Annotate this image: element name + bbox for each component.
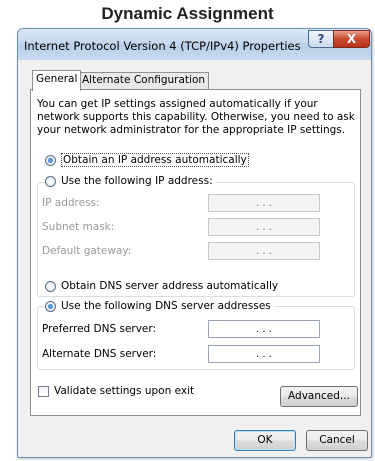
- obtain-ip-auto-radio[interactable]: [45, 154, 56, 166]
- subnet-mask-value: . . .: [256, 221, 272, 233]
- default-gateway-label: Default gateway:: [42, 245, 132, 257]
- preferred-dns-value: . . .: [256, 323, 272, 335]
- default-gateway-input[interactable]: . . .: [208, 242, 320, 260]
- use-following-ip-label: Use the following IP address:: [61, 175, 213, 187]
- use-following-dns-radio[interactable]: [45, 300, 56, 312]
- general-tab-panel: You can get IP settings assigned automat…: [30, 89, 361, 416]
- help-button[interactable]: ?: [308, 30, 334, 48]
- ok-button[interactable]: OK: [234, 430, 296, 451]
- page-caption: Dynamic Assignment: [101, 4, 274, 23]
- validate-settings-option[interactable]: Validate settings upon exit: [38, 385, 194, 397]
- obtain-dns-auto-radio[interactable]: [45, 280, 56, 292]
- preferred-dns-row: Preferred DNS server: . . .: [42, 320, 348, 338]
- alternate-dns-value: . . .: [256, 348, 272, 360]
- use-following-ip-radio[interactable]: [45, 175, 56, 187]
- ip-address-label: IP address:: [42, 197, 100, 209]
- validate-settings-checkbox[interactable]: [38, 385, 49, 397]
- preferred-dns-input[interactable]: . . .: [208, 320, 320, 338]
- subnet-mask-label: Subnet mask:: [42, 221, 115, 233]
- default-gateway-row: Default gateway: . . .: [42, 242, 348, 260]
- default-gateway-value: . . .: [256, 245, 272, 257]
- alternate-dns-row: Alternate DNS server: . . .: [42, 345, 348, 363]
- title-bar: Internet Protocol Version 4 (TCP/IPv4) P…: [18, 29, 371, 60]
- obtain-ip-auto-option[interactable]: Obtain an IP address automatically: [45, 153, 249, 167]
- dialog-title: Internet Protocol Version 4 (TCP/IPv4) P…: [24, 39, 301, 53]
- use-following-dns-label: Use the following DNS server addresses: [61, 300, 271, 312]
- use-following-dns-option[interactable]: Use the following DNS server addresses: [45, 299, 274, 313]
- use-following-ip-option[interactable]: Use the following IP address:: [45, 174, 216, 188]
- ip-address-input[interactable]: . . .: [208, 194, 320, 212]
- tab-general[interactable]: General: [32, 70, 82, 91]
- cancel-button[interactable]: Cancel: [306, 430, 368, 451]
- close-button[interactable]: X: [333, 30, 370, 48]
- description-text: You can get IP settings assigned automat…: [37, 98, 355, 136]
- advanced-button[interactable]: Advanced...: [280, 386, 358, 407]
- validate-settings-label: Validate settings upon exit: [54, 385, 195, 397]
- preferred-dns-label: Preferred DNS server:: [42, 323, 157, 335]
- ip-address-row: IP address: . . .: [42, 194, 348, 212]
- obtain-dns-auto-option[interactable]: Obtain DNS server address automatically: [45, 279, 278, 293]
- tab-alternate-configuration[interactable]: Alternate Configuration: [78, 72, 210, 89]
- obtain-ip-auto-label: Obtain an IP address automatically: [61, 153, 249, 167]
- ip-address-value: . . .: [256, 197, 272, 209]
- ipv4-properties-dialog: Internet Protocol Version 4 (TCP/IPv4) P…: [17, 28, 372, 458]
- alternate-dns-input[interactable]: . . .: [208, 345, 320, 363]
- subnet-mask-input[interactable]: . . .: [208, 218, 320, 236]
- obtain-dns-auto-label: Obtain DNS server address automatically: [61, 280, 279, 292]
- subnet-mask-row: Subnet mask: . . .: [42, 218, 348, 236]
- alternate-dns-label: Alternate DNS server:: [42, 348, 157, 360]
